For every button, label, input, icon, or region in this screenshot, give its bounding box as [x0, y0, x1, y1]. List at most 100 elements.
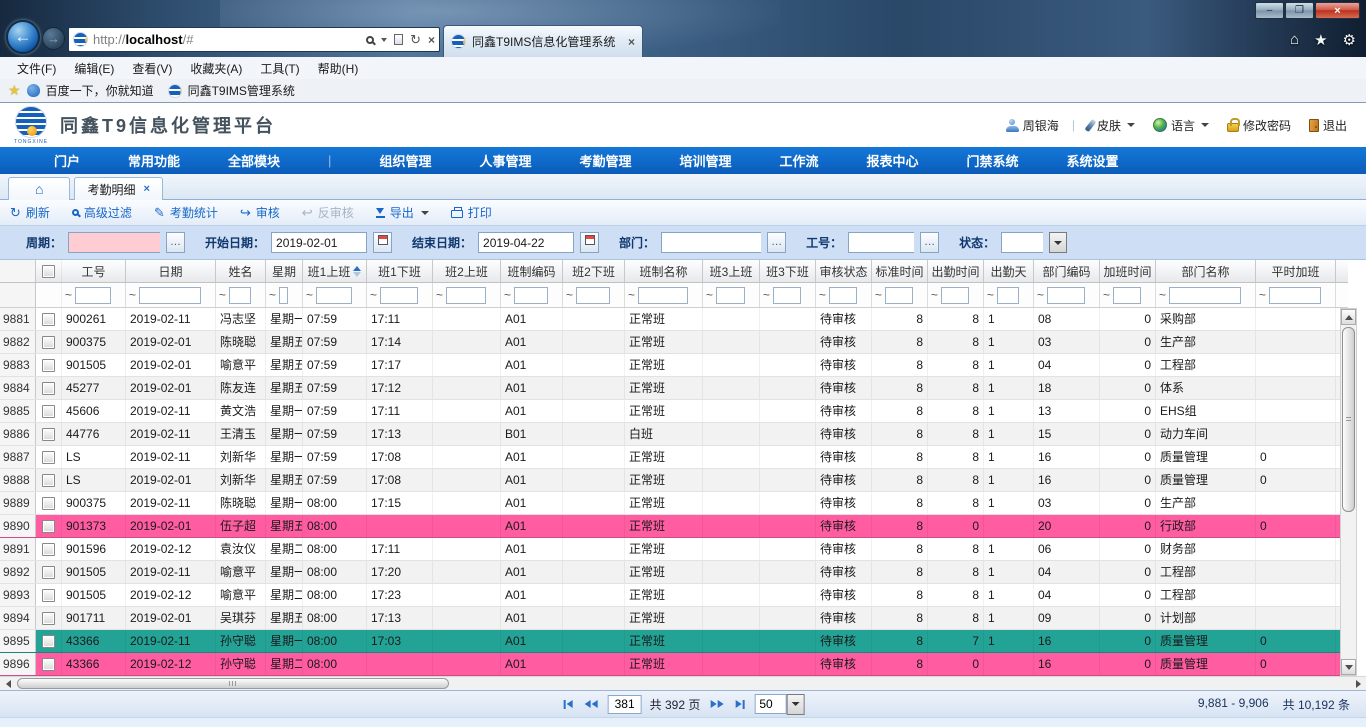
search-dropdown-icon[interactable] — [381, 38, 387, 42]
language-menu[interactable]: 语言 — [1148, 117, 1214, 134]
page-tab-close-icon[interactable]: × — [143, 183, 149, 195]
row-checkbox[interactable] — [42, 405, 55, 418]
employee-no-picker-button[interactable]: … — [920, 232, 939, 253]
column-filter-input-17[interactable] — [1113, 287, 1141, 304]
column-filter-input-8[interactable] — [576, 287, 610, 304]
row-checkbox[interactable] — [42, 336, 55, 349]
next-page-button[interactable] — [708, 700, 725, 708]
column-header-13[interactable]: 标准时间 — [872, 260, 928, 282]
start-date-input[interactable] — [271, 232, 367, 253]
column-filter-input-1[interactable] — [139, 287, 201, 304]
employee-no-input[interactable] — [848, 232, 914, 253]
toolbar-button-2[interactable]: ✎考勤统计 — [154, 204, 218, 221]
column-filter-input-6[interactable] — [446, 287, 486, 304]
table-row[interactable]: 9888LS2019-02-01刘新华星期五07:5917:08A01正常班待审… — [0, 469, 1348, 492]
home-icon[interactable]: ⌂ — [1290, 31, 1299, 49]
column-filter-input-16[interactable] — [1047, 287, 1085, 304]
browser-back-button[interactable]: ← — [6, 20, 40, 54]
row-checkbox[interactable] — [42, 428, 55, 441]
column-header-17[interactable]: 加班时间 — [1100, 260, 1156, 282]
column-header-9[interactable]: 班制名称 — [625, 260, 703, 282]
nav-item-6[interactable]: 培训管理 — [655, 151, 755, 170]
browser-menu-item[interactable]: 编辑(E) — [65, 60, 123, 77]
page-size-select-arrow[interactable] — [786, 694, 804, 715]
table-row[interactable]: 98899003752019-02-11陈晓聪星期一08:0017:15A01正… — [0, 492, 1348, 515]
row-checkbox[interactable] — [42, 520, 55, 533]
scroll-up-button[interactable] — [1341, 309, 1356, 325]
logout-button[interactable]: 退出 — [1304, 117, 1352, 134]
skin-menu[interactable]: 皮肤 — [1083, 117, 1140, 134]
row-checkbox[interactable] — [42, 497, 55, 510]
scroll-right-button[interactable] — [1350, 677, 1366, 690]
horizontal-scroll-thumb[interactable] — [17, 678, 449, 689]
compatibility-view-icon[interactable] — [394, 34, 403, 45]
stop-icon[interactable]: × — [428, 33, 435, 47]
nav-item-0[interactable]: 门户 — [30, 151, 104, 170]
row-checkbox[interactable] — [42, 451, 55, 464]
column-header-4[interactable]: 班1上班 — [303, 260, 367, 282]
current-user[interactable]: 周银海 — [1001, 117, 1064, 134]
column-filter-input-15[interactable] — [997, 287, 1019, 304]
column-filter-input-10[interactable] — [716, 287, 745, 304]
table-row[interactable]: 98919015962019-02-12袁汝仪星期二08:0017:11A01正… — [0, 538, 1348, 561]
browser-address-bar[interactable]: http://localhost/# ↻ × — [68, 27, 440, 52]
table-row[interactable]: 98829003752019-02-01陈晓聪星期五07:5917:14A01正… — [0, 331, 1348, 354]
table-row[interactable]: 9896433662019-02-12孙守聪星期二08:00A01正常班待审核8… — [0, 653, 1348, 676]
column-filter-input-0[interactable] — [75, 287, 111, 304]
nav-item-7[interactable]: 工作流 — [756, 151, 843, 170]
row-checkbox[interactable] — [42, 612, 55, 625]
table-row[interactable]: 98839015052019-02-01喻意平星期五07:5917:17A01正… — [0, 354, 1348, 377]
end-date-calendar-button[interactable] — [580, 232, 599, 253]
column-header-3[interactable]: 星期 — [266, 260, 303, 282]
vertical-scrollbar[interactable] — [1340, 308, 1357, 676]
browser-tab[interactable]: 同鑫T9IMS信息化管理系统 × — [443, 25, 643, 57]
browser-menu-item[interactable]: 收藏夹(A) — [181, 60, 251, 77]
scroll-down-button[interactable] — [1341, 659, 1356, 675]
row-checkbox[interactable] — [42, 543, 55, 556]
window-titlebar[interactable]: – ❐ × — [0, 0, 1366, 22]
status-select[interactable] — [1001, 232, 1043, 253]
column-header-1[interactable]: 日期 — [126, 260, 216, 282]
row-checkbox[interactable] — [42, 359, 55, 372]
column-header-15[interactable]: 出勤天 — [984, 260, 1034, 282]
settings-gear-icon[interactable]: ⚙ — [1343, 31, 1356, 49]
table-row[interactable]: 98819002612019-02-11冯志坚星期一07:5917:11A01正… — [0, 308, 1348, 331]
column-filter-input-12[interactable] — [829, 287, 857, 304]
nav-item-10[interactable]: 系统设置 — [1043, 151, 1143, 170]
previous-page-button[interactable] — [583, 700, 600, 708]
scroll-left-button[interactable] — [0, 677, 16, 690]
start-date-calendar-button[interactable] — [373, 232, 392, 253]
column-header-10[interactable]: 班3上班 — [703, 260, 760, 282]
column-header-18[interactable]: 部门名称 — [1156, 260, 1256, 282]
column-header-5[interactable]: 班1下班 — [367, 260, 433, 282]
table-row[interactable]: 98929015052019-02-11喻意平星期一08:0017:20A01正… — [0, 561, 1348, 584]
last-page-button[interactable] — [733, 700, 746, 709]
column-header-11[interactable]: 班3下班 — [760, 260, 816, 282]
nav-item-9[interactable]: 门禁系统 — [943, 151, 1043, 170]
favorite-item-baidu[interactable]: 百度一下，你就知道 — [46, 82, 154, 99]
select-all-checkbox[interactable] — [42, 265, 55, 278]
nav-item-5[interactable]: 考勤管理 — [555, 151, 655, 170]
tab-close-icon[interactable]: × — [628, 35, 635, 49]
column-header-0[interactable]: 工号 — [62, 260, 126, 282]
browser-forward-button[interactable]: → — [42, 27, 65, 50]
column-filter-input-4[interactable] — [316, 287, 352, 304]
nav-item-8[interactable]: 报表中心 — [843, 151, 943, 170]
window-maximize-button[interactable]: ❐ — [1285, 2, 1314, 19]
nav-item-3[interactable]: 组织管理 — [355, 151, 455, 170]
browser-menu-item[interactable]: 文件(F) — [8, 60, 65, 77]
column-filter-input-9[interactable] — [638, 287, 688, 304]
table-row[interactable]: 9884452772019-02-01陈友连星期五07:5917:12A01正常… — [0, 377, 1348, 400]
column-filter-input-7[interactable] — [514, 287, 548, 304]
row-checkbox[interactable] — [42, 474, 55, 487]
table-row[interactable]: 9886447762019-02-11王清玉星期一07:5917:13B01白班… — [0, 423, 1348, 446]
status-select-arrow[interactable] — [1049, 232, 1067, 253]
column-filter-input-13[interactable] — [885, 287, 913, 304]
nav-item-1[interactable]: 常用功能 — [104, 151, 204, 170]
favorites-star-icon[interactable]: ★ — [1314, 31, 1327, 49]
column-header-6[interactable]: 班2上班 — [433, 260, 501, 282]
toolbar-button-3[interactable]: ↪审核 — [240, 204, 280, 221]
browser-menu-item[interactable]: 工具(T) — [251, 60, 308, 77]
url-text[interactable]: http://localhost/# — [93, 32, 366, 47]
table-row[interactable]: 9895433662019-02-11孙守聪星期一08:0017:03A01正常… — [0, 630, 1348, 653]
